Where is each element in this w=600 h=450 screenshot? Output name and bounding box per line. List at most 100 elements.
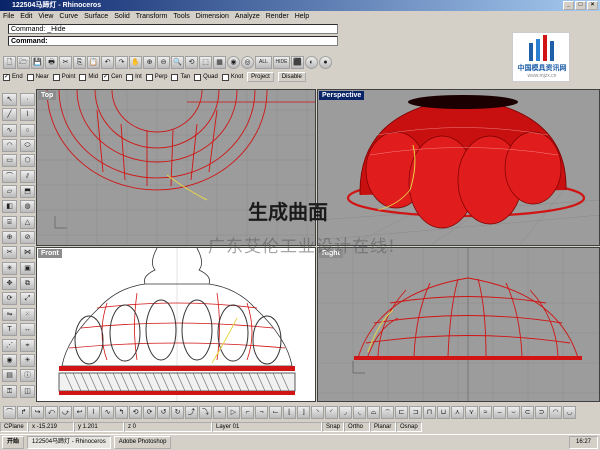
print-icon[interactable]: 🖶 bbox=[45, 55, 58, 69]
save-icon[interactable]: 💾 bbox=[31, 55, 44, 69]
trim-icon[interactable]: ✂ bbox=[2, 246, 17, 260]
curve-tool-5-icon[interactable]: ⤻ bbox=[59, 405, 72, 419]
status-ortho[interactable]: Ortho bbox=[344, 422, 370, 432]
viewport-front-label[interactable]: Front bbox=[38, 249, 62, 258]
curve-tool-10-icon[interactable]: ⟲ bbox=[129, 405, 142, 419]
undo-icon[interactable]: ↶ bbox=[101, 55, 114, 69]
curve-tool-24-icon[interactable]: ◞ bbox=[339, 405, 352, 419]
open-file-icon[interactable]: 🗁 bbox=[17, 55, 30, 69]
curve-tool-12-icon[interactable]: ↺ bbox=[157, 405, 170, 419]
osnap-tan[interactable]: Tan bbox=[171, 73, 190, 81]
move-icon[interactable]: ✥ bbox=[2, 277, 17, 291]
copy-icon[interactable]: ⎘ bbox=[73, 55, 86, 69]
menu-surface[interactable]: Surface bbox=[84, 11, 108, 22]
select-arrow-icon[interactable]: ↖ bbox=[2, 93, 17, 106]
viewport-right[interactable]: Right bbox=[317, 247, 600, 402]
osnap-near[interactable]: Near bbox=[26, 73, 49, 81]
status-snap[interactable]: Snap bbox=[322, 422, 344, 432]
start-button[interactable]: 开始 bbox=[2, 436, 25, 449]
curve-tool-38-icon[interactable]: ⊃ bbox=[535, 405, 548, 419]
split-icon[interactable]: ⊘ bbox=[20, 231, 35, 245]
curve-tool-16-icon[interactable]: ⌁ bbox=[213, 405, 226, 419]
select-icon[interactable]: ◉ bbox=[227, 55, 240, 69]
curve-tool-19-icon[interactable]: ⌙ bbox=[269, 405, 282, 419]
osnap-end[interactable]: ✓ End bbox=[3, 73, 23, 81]
curve-tool-21-icon[interactable]: ⌋ bbox=[297, 405, 310, 419]
dimension-icon[interactable]: ↔ bbox=[20, 323, 35, 337]
hide-icon[interactable]: HIDE bbox=[273, 55, 290, 69]
viewport-perspective[interactable]: Perspective bbox=[317, 89, 600, 246]
join-icon[interactable]: ⋈ bbox=[20, 246, 35, 260]
light-icon[interactable]: ☀ bbox=[20, 353, 35, 367]
cylinder-icon[interactable]: ⌸ bbox=[2, 215, 17, 229]
curve-tool-29-icon[interactable]: ⊐ bbox=[409, 405, 422, 419]
curve-tool-26-icon[interactable]: ⌓ bbox=[367, 405, 380, 419]
zoom-in-icon[interactable]: ⊕ bbox=[143, 55, 156, 69]
menu-tools[interactable]: Tools bbox=[173, 11, 189, 22]
status-planar[interactable]: Planar bbox=[370, 422, 396, 432]
curve-tool-33-icon[interactable]: ⋎ bbox=[465, 405, 478, 419]
curve-tool-14-icon[interactable]: ⤴ bbox=[185, 405, 198, 419]
explode-icon[interactable]: ✳ bbox=[2, 261, 17, 275]
analyze-icon[interactable]: ⌖ bbox=[20, 338, 35, 352]
curve-tool-20-icon[interactable]: ⌊ bbox=[283, 405, 296, 419]
close-button[interactable]: × bbox=[587, 1, 598, 10]
arc-icon[interactable]: ◠ bbox=[2, 139, 17, 153]
curve-icon[interactable]: ∿ bbox=[2, 123, 17, 137]
curve-tool-23-icon[interactable]: ◜ bbox=[325, 405, 338, 419]
fillet-curve-icon[interactable]: ⌒ bbox=[2, 169, 17, 183]
minimize-button[interactable]: _ bbox=[563, 1, 574, 10]
redo-icon[interactable]: ↷ bbox=[115, 55, 128, 69]
copy-object-icon[interactable]: ⧉ bbox=[20, 277, 35, 291]
status-layer[interactable]: Layer 01 bbox=[212, 422, 322, 432]
curve-tool-11-icon[interactable]: ⟳ bbox=[143, 405, 156, 419]
task-rhino[interactable]: 122504马蹄灯 - Rhinoceros bbox=[27, 436, 111, 449]
render-material-icon[interactable]: ◉ bbox=[2, 353, 17, 367]
curve-tool-13-icon[interactable]: ↻ bbox=[171, 405, 184, 419]
grid-icon[interactable]: ▦ bbox=[213, 55, 226, 69]
polyline-icon[interactable]: ⌇ bbox=[20, 108, 35, 122]
menu-help[interactable]: Help bbox=[295, 11, 309, 22]
properties-icon[interactable]: ⓘ bbox=[20, 369, 35, 383]
layer-icon[interactable]: ⬛ bbox=[291, 55, 304, 69]
osnap-knot[interactable]: Knot bbox=[221, 73, 243, 81]
ellipse-icon[interactable]: ⬭ bbox=[20, 139, 35, 153]
zoom-window-icon[interactable]: 🔍 bbox=[171, 55, 184, 69]
curve-tool-37-icon[interactable]: ⊂ bbox=[521, 405, 534, 419]
curve-tool-1-icon[interactable]: ⌒ bbox=[3, 405, 16, 419]
text-icon[interactable]: T bbox=[2, 323, 17, 337]
show-icon[interactable]: ◫ bbox=[20, 384, 35, 398]
select-all-icon[interactable]: ALL bbox=[255, 55, 272, 69]
rotate-view-icon[interactable]: ⟲ bbox=[185, 55, 198, 69]
maximize-button[interactable]: □ bbox=[575, 1, 586, 10]
menu-file[interactable]: File bbox=[3, 11, 14, 22]
zoom-extents-icon[interactable]: ⬚ bbox=[199, 55, 212, 69]
offset-icon[interactable]: ⫽ bbox=[20, 169, 35, 183]
curve-tool-3-icon[interactable]: ↪ bbox=[31, 405, 44, 419]
surface-icon[interactable]: ▱ bbox=[2, 185, 17, 199]
curve-tool-22-icon[interactable]: ◝ bbox=[311, 405, 324, 419]
curve-tool-17-icon[interactable]: ⌐ bbox=[241, 405, 254, 419]
curve-tool-28-icon[interactable]: ⊏ bbox=[395, 405, 408, 419]
menu-curve[interactable]: Curve bbox=[59, 11, 78, 22]
pan-icon[interactable]: ✋ bbox=[129, 55, 142, 69]
curve-tool-4-icon[interactable]: ⤺ bbox=[45, 405, 58, 419]
array-icon[interactable]: ⁙ bbox=[20, 307, 35, 321]
zoom-out-icon[interactable]: ⊖ bbox=[157, 55, 170, 69]
osnap-int[interactable]: Int bbox=[126, 73, 142, 81]
curve-tool-6-icon[interactable]: ↩ bbox=[73, 405, 86, 419]
cone-icon[interactable]: △ bbox=[20, 215, 35, 229]
curve-tool-35-icon[interactable]: ⌢ bbox=[493, 405, 506, 419]
render-icon[interactable]: ● bbox=[319, 55, 332, 69]
menu-solid[interactable]: Solid bbox=[114, 11, 130, 22]
point-icon[interactable]: · bbox=[20, 93, 35, 106]
command-input[interactable]: Command: bbox=[8, 36, 338, 46]
paste-icon[interactable]: 📋 bbox=[87, 55, 100, 69]
mirror-icon[interactable]: ⇋ bbox=[2, 307, 17, 321]
polygon-icon[interactable]: ⬡ bbox=[20, 154, 35, 168]
curve-tool-9-icon[interactable]: ↰ bbox=[115, 405, 128, 419]
layer-toggle-icon[interactable]: ▤ bbox=[2, 369, 17, 383]
viewport-top-label[interactable]: Top bbox=[38, 91, 57, 100]
boolean-icon[interactable]: ⊕ bbox=[2, 231, 17, 245]
curve-tool-32-icon[interactable]: ⋏ bbox=[451, 405, 464, 419]
